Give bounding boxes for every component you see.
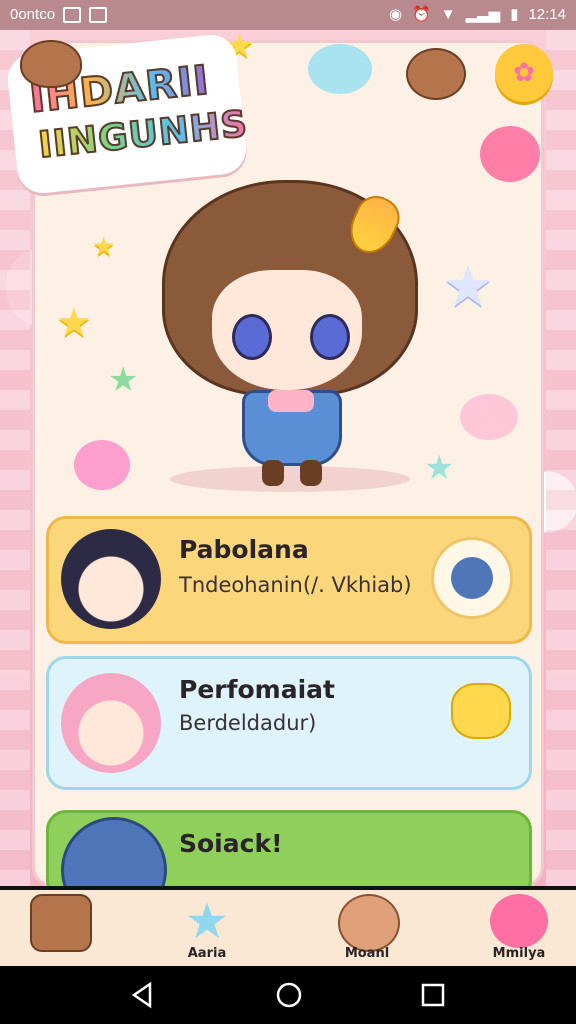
notification-icon [89, 6, 108, 23]
cookie-icon [406, 48, 466, 100]
list-item[interactable]: Perfomaiat Berdeldadur) [46, 656, 532, 790]
character-leg [262, 460, 284, 486]
star-icon: ★ [442, 252, 494, 320]
character-eye [232, 314, 272, 360]
wifi-icon: ▼ [440, 5, 456, 23]
bottom-nav: ★ Aaria Moanl Mmilya [0, 886, 576, 970]
system-nav-bar [0, 966, 576, 1024]
sun-sticker-icon [451, 683, 511, 739]
nav-item-mmilya[interactable]: Mmilya [464, 890, 574, 970]
recents-icon[interactable] [418, 980, 448, 1010]
menu-button[interactable]: ✿ [495, 44, 553, 102]
star-icon: ★ [424, 448, 455, 488]
fox-mascot-icon [20, 40, 82, 88]
character-bow [268, 390, 314, 412]
cookie-bear-icon [30, 894, 92, 952]
nav-item-aaria[interactable]: ★ Aaria [152, 890, 262, 970]
signal-icon: ▂▃▅ [465, 6, 501, 23]
nav-label: Aaria [187, 946, 227, 961]
cloud-icon [460, 394, 518, 440]
nav-label: Mmilya [492, 946, 546, 961]
card-title: Soiack! [179, 829, 283, 858]
status-bar: 0ontco ◉ ⏰ ▼ ▂▃▅ ▮ 12:14 [0, 0, 576, 30]
back-icon[interactable] [128, 980, 158, 1010]
decor-stripe [546, 30, 576, 888]
flower-icon: ✿ [513, 58, 535, 88]
avatar [61, 673, 161, 773]
star-icon: ★ [108, 360, 139, 400]
home-icon[interactable] [274, 980, 304, 1010]
nav-item-moanl[interactable]: Moanl [312, 890, 422, 970]
battery-icon: ▮ [510, 6, 519, 23]
character-eye [310, 314, 350, 360]
card-subtitle: Berdeldadur) [179, 711, 317, 735]
nav-label: Moanl [344, 946, 390, 961]
cloud-icon [308, 44, 372, 94]
blob-mascot-icon [490, 894, 548, 948]
bear-icon [451, 557, 493, 599]
avatar [61, 529, 161, 629]
notification-icon [63, 6, 82, 23]
alarm-icon: ⏰ [412, 6, 431, 23]
list-item[interactable]: Pabolana Tndeohanin(/. Vkhiab) [46, 516, 532, 644]
carrier-label: 0ontco [10, 6, 56, 23]
strawberry-icon [480, 126, 540, 182]
card-title: Pabolana [179, 535, 309, 564]
unicorn-icon [74, 440, 130, 490]
clock-time: 12:14 [528, 5, 566, 23]
character-shadow [170, 466, 410, 492]
character-illustration [160, 178, 420, 498]
star-icon: ★ [92, 232, 116, 262]
character-leg [300, 460, 322, 486]
card-subtitle: Tndeohanin(/. Vkhiab) [179, 573, 412, 597]
star-icon: ★ [184, 892, 230, 950]
card-title: Perfomaiat [179, 675, 335, 704]
nav-item-home[interactable] [4, 890, 114, 970]
vibrate-icon: ◉ [388, 6, 403, 23]
bear-icon [338, 894, 400, 952]
bear-badge-icon[interactable] [431, 537, 513, 619]
star-icon: ★ [56, 300, 92, 346]
